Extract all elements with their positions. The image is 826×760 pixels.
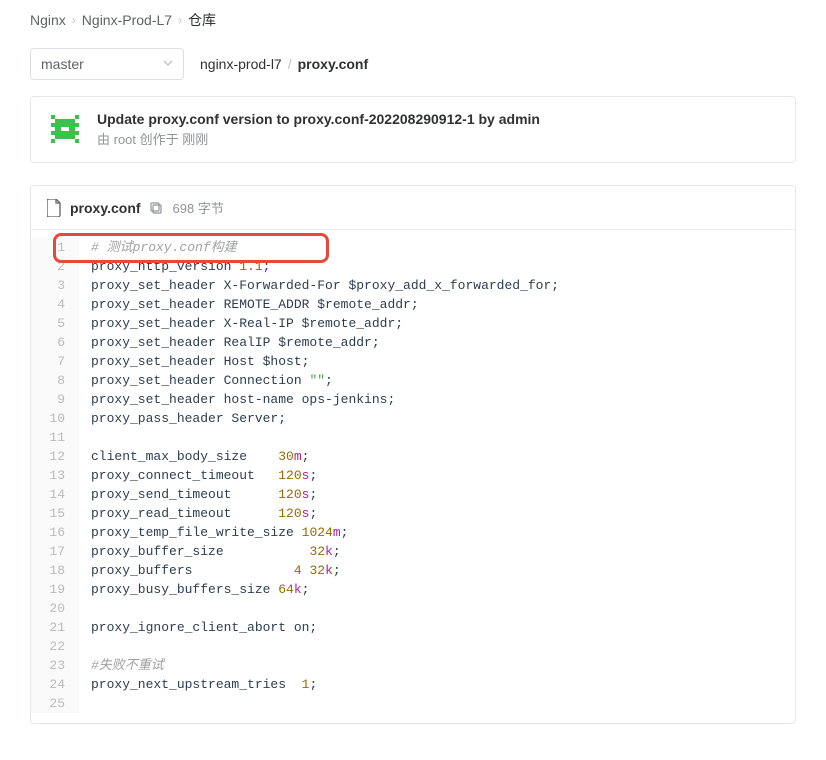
- path-dir[interactable]: nginx-prod-l7: [200, 56, 282, 72]
- copy-icon[interactable]: [149, 201, 163, 215]
- file-size: 698 字节: [173, 198, 224, 217]
- file-header: proxy.conf 698 字节: [31, 186, 795, 230]
- file-viewer: proxy.conf 698 字节 1234567891011121314151…: [30, 185, 796, 724]
- breadcrumb-item-current: 仓库: [188, 10, 216, 30]
- line-numbers: 1234567891011121314151617181920212223242…: [31, 238, 79, 713]
- chevron-down-icon: [163, 57, 173, 71]
- code-block: 1234567891011121314151617181920212223242…: [31, 230, 795, 723]
- path-separator: /: [288, 56, 292, 72]
- commit-byline: 由 root 创作于 刚刚: [97, 129, 540, 148]
- branch-select[interactable]: master: [30, 48, 184, 80]
- file-path: nginx-prod-l7 / proxy.conf: [200, 56, 368, 72]
- breadcrumb-item[interactable]: Nginx-Prod-L7: [82, 12, 172, 28]
- path-file: proxy.conf: [298, 56, 369, 72]
- code-content[interactable]: # 测试proxy.conf构建proxy_http_version 1.1;p…: [79, 238, 795, 713]
- breadcrumb: Nginx › Nginx-Prod-L7 › 仓库: [30, 10, 796, 30]
- chevron-right-icon: ›: [178, 13, 182, 27]
- chevron-right-icon: ›: [72, 13, 76, 27]
- breadcrumb-item[interactable]: Nginx: [30, 12, 66, 28]
- commit-summary: Update proxy.conf version to proxy.conf-…: [30, 96, 796, 163]
- commit-title: Update proxy.conf version to proxy.conf-…: [97, 111, 540, 127]
- file-icon: [47, 199, 62, 217]
- file-name: proxy.conf: [70, 200, 141, 216]
- branch-select-value: master: [41, 56, 84, 72]
- avatar: [47, 111, 83, 147]
